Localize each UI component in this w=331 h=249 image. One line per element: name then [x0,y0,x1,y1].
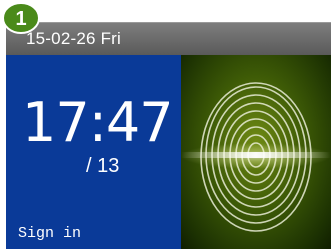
terminal-screen: 15-02-26 Fri 17:47 / 13 Sign in [6,22,331,249]
status-bar: 15-02-26 Fri [6,22,331,55]
clock-time: 17:47 [22,91,174,154]
fingerprint-panel[interactable] [181,55,331,249]
record-count: / 13 [86,155,120,177]
fingerprint-icon [181,82,331,232]
time-panel: 17:47 / 13 Sign in [6,55,181,249]
sign-in-label: Sign in [18,225,82,242]
step-number-badge: 1 [2,2,40,34]
badge-number: 1 [15,8,26,30]
